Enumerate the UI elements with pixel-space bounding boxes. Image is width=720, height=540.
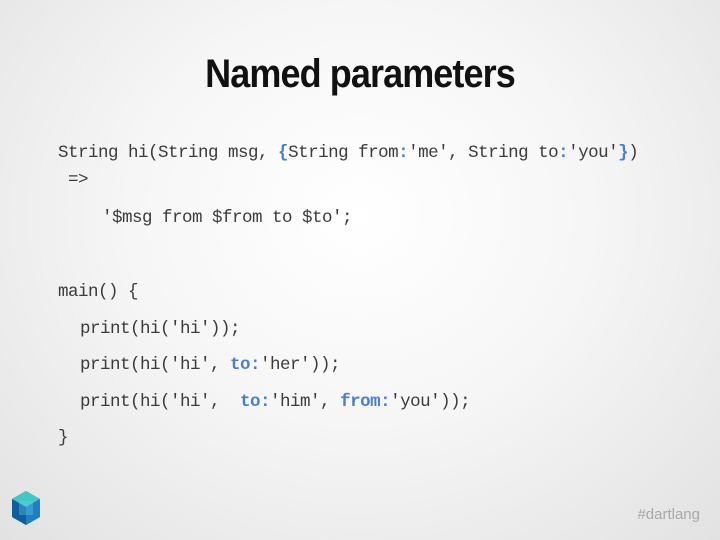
code-token: 'me', String to	[408, 143, 559, 163]
code-token: 'you'	[568, 143, 619, 163]
code-token: String from	[288, 143, 399, 163]
code-token-colon: :	[558, 143, 569, 163]
code-line-2: =>	[58, 170, 89, 190]
code-token: String hi(String msg,	[58, 143, 279, 163]
slide-title: Named parameters	[205, 52, 516, 96]
code-line-5: print(hi('hi'));	[80, 319, 241, 339]
code-token: 'him',	[270, 392, 341, 412]
code-token-colon: :	[398, 143, 409, 163]
hashtag-label: #dartlang	[637, 506, 700, 523]
code-line-7: print(hi('hi', to:'him', from:'you'));	[80, 389, 471, 415]
dart-logo-icon	[10, 490, 42, 526]
code-token-named-arg: to:	[230, 355, 261, 375]
code-token-named-arg: to:	[240, 392, 271, 412]
code-line-3: '$msg from $from to $to';	[102, 208, 353, 228]
code-token: print(hi('hi',	[80, 392, 241, 412]
code-token-brace-close: }	[618, 143, 629, 163]
code-line-6: print(hi('hi', to:'her'));	[80, 352, 341, 378]
code-token: )	[628, 143, 639, 163]
code-line-4: main() {	[58, 282, 139, 302]
code-line-8: }	[58, 428, 69, 448]
code-token: print(hi('hi',	[80, 355, 231, 375]
code-token-brace-open: {	[278, 143, 289, 163]
code-token-named-arg: from:	[340, 392, 391, 412]
code-line-1: String hi(String msg, {String from:'me',…	[58, 140, 639, 166]
code-token: 'you'));	[390, 392, 471, 412]
code-token: 'her'));	[260, 355, 341, 375]
